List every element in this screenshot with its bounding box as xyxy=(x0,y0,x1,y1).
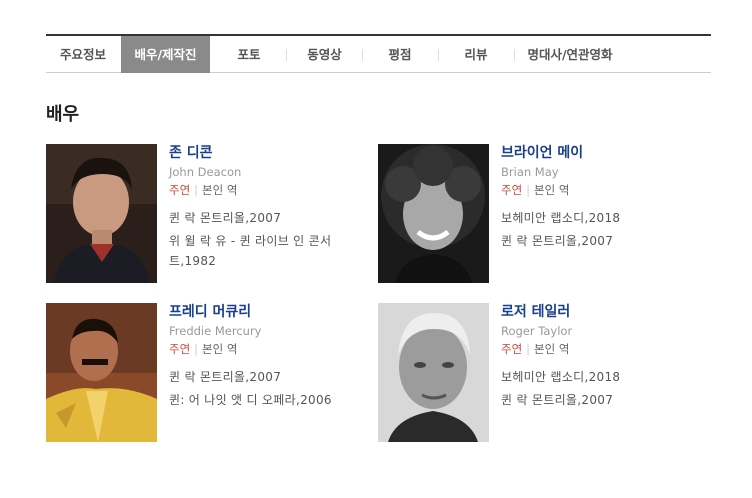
actor-role: 주연 | 본인 역 xyxy=(169,183,238,197)
actor-name-link[interactable]: 브라이언 메이 xyxy=(501,144,701,162)
tab-photo[interactable]: 포토 xyxy=(212,36,286,73)
film-link[interactable]: 보헤미안 랩소디,2018 xyxy=(501,367,701,387)
tab-bar: 주요정보 배우/제작진 포토 동영상 평점 리뷰 명대사/연관영화 xyxy=(46,34,711,73)
film-link[interactable]: 퀸 락 몬트리올,2007 xyxy=(501,390,701,410)
filmography: 보헤미안 랩소디,2018 퀸 락 몬트리올,2007 xyxy=(501,367,701,410)
film-link[interactable]: 보헤미안 랩소디,2018 xyxy=(501,208,701,228)
actor-card: 존 디콘 John Deacon 주연 | 본인 역 퀸 락 몬트리올,2007 위… xyxy=(46,144,366,284)
actor-name-link[interactable]: 존 디콘 xyxy=(169,144,369,162)
character-name: 본인 역 xyxy=(202,342,238,356)
section-title: 배우 xyxy=(46,104,80,125)
character-name: 본인 역 xyxy=(202,183,238,197)
filmography: 퀸 락 몬트리올,2007 위 윌 락 유 - 퀸 라이브 인 콘서트,1982 xyxy=(169,208,369,271)
actor-english-name: Freddie Mercury xyxy=(169,324,262,338)
actor-name-link[interactable]: 프레디 머큐리 xyxy=(169,303,369,321)
actor-role: 주연 | 본인 역 xyxy=(169,342,238,356)
tab-rating[interactable]: 평점 xyxy=(363,36,437,73)
actor-role: 주연 | 본인 역 xyxy=(501,183,570,197)
tab-review[interactable]: 리뷰 xyxy=(439,36,513,73)
actor-photo[interactable] xyxy=(378,303,489,442)
role-type: 주연 xyxy=(169,342,191,356)
actor-photo[interactable] xyxy=(46,303,157,442)
filmography: 보헤미안 랩소디,2018 퀸 락 몬트리올,2007 xyxy=(501,208,701,251)
character-name: 본인 역 xyxy=(534,342,570,356)
role-type: 주연 xyxy=(169,183,191,197)
film-link[interactable]: 위 윌 락 유 - 퀸 라이브 인 콘서트,1982 xyxy=(169,231,369,271)
tab-quotes-related[interactable]: 명대사/연관영화 xyxy=(515,36,625,73)
tab-video[interactable]: 동영상 xyxy=(287,36,362,73)
role-type: 주연 xyxy=(501,183,523,197)
tab-cast-crew[interactable]: 배우/제작진 xyxy=(121,36,210,73)
actor-photo[interactable] xyxy=(46,144,157,283)
film-link[interactable]: 퀸 락 몬트리올,2007 xyxy=(501,231,701,251)
tab-main-info[interactable]: 주요정보 xyxy=(46,36,120,73)
actor-english-name: Roger Taylor xyxy=(501,324,573,338)
actor-name-link[interactable]: 로저 테일러 xyxy=(501,303,701,321)
actor-card: 브라이언 메이 Brian May 주연 | 본인 역 보헤미안 랩소디,2018 … xyxy=(378,144,698,284)
film-link[interactable]: 퀸 락 몬트리올,2007 xyxy=(169,208,369,228)
character-name: 본인 역 xyxy=(534,183,570,197)
actor-role: 주연 | 본인 역 xyxy=(501,342,570,356)
actor-card: 프레디 머큐리 Freddie Mercury 주연 | 본인 역 퀸 락 몬트리올… xyxy=(46,303,366,443)
actor-english-name: John Deacon xyxy=(169,165,242,179)
role-type: 주연 xyxy=(501,342,523,356)
actor-card: 로저 테일러 Roger Taylor 주연 | 본인 역 보헤미안 랩소디,201… xyxy=(378,303,698,443)
actor-photo[interactable] xyxy=(378,144,489,283)
film-link[interactable]: 퀸: 어 나잇 앳 디 오페라,2006 xyxy=(169,390,369,410)
actor-english-name: Brian May xyxy=(501,165,559,179)
film-link[interactable]: 퀸 락 몬트리올,2007 xyxy=(169,367,369,387)
filmography: 퀸 락 몬트리올,2007 퀸: 어 나잇 앳 디 오페라,2006 xyxy=(169,367,369,410)
